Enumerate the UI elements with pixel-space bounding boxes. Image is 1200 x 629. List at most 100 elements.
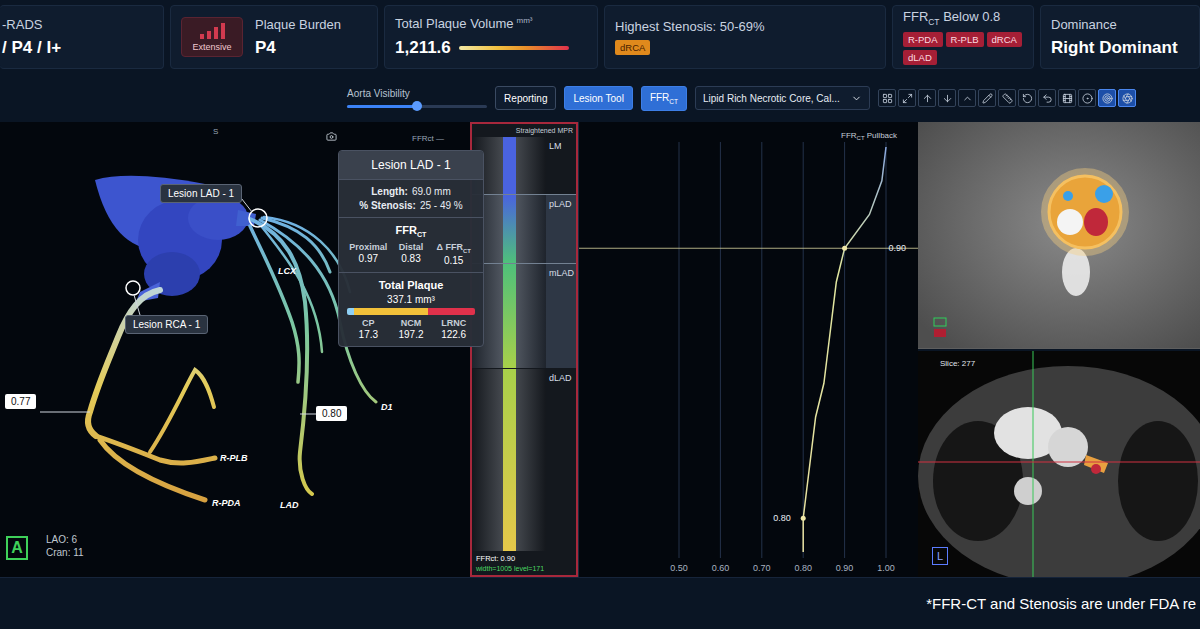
tool-button[interactable]: Lesion Tool bbox=[564, 86, 632, 110]
aorta-visibility: Aorta Visibility bbox=[347, 88, 487, 108]
lesion-label[interactable]: Lesion LAD - 1 bbox=[160, 184, 242, 203]
volume-bar bbox=[459, 46, 569, 50]
lesion-marker-icon[interactable] bbox=[126, 281, 140, 295]
tool-icon bbox=[1002, 93, 1013, 104]
mpr-segment[interactable]: dLAD bbox=[472, 368, 576, 551]
cross-section-panel[interactable] bbox=[918, 122, 1200, 349]
ffr-value-tag[interactable]: 0.80 bbox=[316, 406, 347, 421]
app: -RADS/ P4 / I+ExtensivePlaque BurdenP4To… bbox=[0, 0, 1200, 629]
segment-tag[interactable]: dLAD bbox=[903, 50, 937, 65]
tool-button[interactable]: FFRCT bbox=[641, 86, 687, 111]
segment-tag[interactable]: R-PLB bbox=[946, 32, 984, 47]
ffr-marker[interactable]: 0.80 bbox=[773, 513, 806, 523]
segment-tag[interactable]: dRCA bbox=[615, 40, 650, 55]
plaque-cell: LRNC122.6 bbox=[432, 318, 475, 340]
ffr-pullback-chart[interactable]: FFRCT Pullback 0.50 0.60 0.70 0.80 0.90 1.00 0.… bbox=[579, 122, 919, 577]
view-3d[interactable]: SFFRct —Lesion LAD - 1Lesion RCA - 10.77… bbox=[0, 122, 470, 577]
mpr-window: width=1005 level=171 bbox=[476, 565, 572, 572]
burden-value: P4 bbox=[255, 38, 341, 58]
view-tools bbox=[878, 89, 1136, 107]
view-tool-button[interactable] bbox=[898, 89, 916, 107]
legend-box bbox=[934, 318, 946, 326]
ffr-below-label: FFRCT Below 0.8 bbox=[903, 9, 1025, 27]
view-tool-button[interactable] bbox=[938, 89, 956, 107]
aorta-slider[interactable] bbox=[347, 105, 487, 108]
volume-value: 1,211.6 bbox=[395, 38, 451, 58]
tool-icon bbox=[942, 93, 953, 104]
ffr-marker[interactable]: 0.90 bbox=[579, 243, 919, 253]
lesion-label[interactable]: Lesion RCA - 1 bbox=[125, 315, 208, 334]
x-tick: 0.50 bbox=[670, 563, 688, 573]
view-tool-button[interactable] bbox=[918, 89, 936, 107]
pullback-panel: FFRCT Pullback 0.50 0.60 0.70 0.80 0.90 1.00 0.… bbox=[578, 122, 918, 577]
grid-line bbox=[679, 142, 680, 558]
mpr-segment[interactable]: LM bbox=[472, 136, 576, 194]
tool-icon bbox=[982, 93, 993, 104]
view-tool-button[interactable] bbox=[1038, 89, 1056, 107]
grid-line bbox=[720, 142, 721, 558]
plaque-cell: NCM197.2 bbox=[390, 318, 433, 340]
tool-icon bbox=[922, 93, 933, 104]
chart-title: FFRCT Pullback bbox=[841, 131, 898, 141]
view-tool-button[interactable] bbox=[958, 89, 976, 107]
image-column: Slice: 277L bbox=[918, 122, 1200, 577]
tooltip-title: Lesion LAD - 1 bbox=[339, 151, 483, 179]
rads-value: / P4 / I+ bbox=[2, 38, 155, 58]
tooltip-row: Length:69.0 mm bbox=[371, 186, 451, 197]
vessel-label: LCX bbox=[278, 266, 296, 276]
stenosis-card: Highest Stenosis: 50-69% dRCA bbox=[604, 5, 886, 69]
tool-icon bbox=[882, 93, 893, 104]
x-tick: 0.70 bbox=[753, 563, 771, 573]
tool-button[interactable]: Reporting bbox=[495, 86, 556, 110]
legend-box bbox=[934, 329, 946, 337]
tool-icon bbox=[1062, 93, 1073, 104]
axial-panel[interactable]: Slice: 277L bbox=[918, 351, 1200, 578]
view-tool-button[interactable] bbox=[1078, 89, 1096, 107]
chevron-down-icon bbox=[851, 93, 862, 104]
view-tool-button[interactable] bbox=[1098, 89, 1116, 107]
bars-icon bbox=[199, 23, 225, 39]
view-tool-button[interactable] bbox=[1058, 89, 1076, 107]
tool-icon bbox=[1122, 93, 1133, 104]
straightened-mpr[interactable]: Straightened MPRLMpLADmLADdLADFFRct: 0.9… bbox=[470, 122, 578, 577]
tool-icon bbox=[962, 93, 973, 104]
grid-line bbox=[886, 142, 887, 558]
view-angles: LAO: 6Cran: 11 bbox=[46, 534, 84, 558]
view-tool-button[interactable] bbox=[1018, 89, 1036, 107]
view-tool-button[interactable] bbox=[878, 89, 896, 107]
vessel-label: R-PLB bbox=[220, 453, 248, 463]
x-tick: 1.00 bbox=[877, 563, 895, 573]
ffr-cell: Distal0.83 bbox=[390, 242, 433, 266]
plaque-burden-card: ExtensivePlaque BurdenP4 bbox=[170, 5, 378, 69]
grid-line bbox=[761, 142, 762, 558]
mpr-segment[interactable]: mLAD bbox=[472, 263, 576, 368]
mpr-ffr: FFRct: 0.90 bbox=[476, 554, 572, 563]
axial-ct-image bbox=[918, 351, 1200, 577]
volume-label: Total Plaque Volumemm³ bbox=[395, 16, 589, 31]
vessel-label: R-PDA bbox=[212, 498, 241, 508]
svg-text:0.90: 0.90 bbox=[889, 243, 907, 253]
x-tick: 0.80 bbox=[794, 563, 812, 573]
stenosis-label: Highest Stenosis: 50-69% bbox=[615, 19, 877, 34]
view-tool-button[interactable] bbox=[998, 89, 1016, 107]
ffr-value-tag[interactable]: 0.77 bbox=[5, 394, 36, 409]
rads-label: -RADS bbox=[2, 17, 155, 32]
camera-icon[interactable] bbox=[326, 128, 337, 146]
plaque-type-dropdown[interactable]: Lipid Rich Necrotic Core, Cal... bbox=[695, 86, 870, 110]
orientation-mark: S bbox=[213, 127, 218, 136]
total-volume-card: Total Plaque Volumemm³ 1,211.6 bbox=[384, 5, 598, 69]
tooltip-row: % Stenosis:25 - 49 % bbox=[359, 200, 463, 211]
mpr-segment[interactable]: pLAD bbox=[472, 194, 576, 263]
vessel-label: LAD bbox=[280, 500, 299, 510]
view-tool-button[interactable] bbox=[1118, 89, 1136, 107]
segment-tag[interactable]: dRCA bbox=[987, 32, 1022, 47]
ffr-cell: Δ FFRCT0.15 bbox=[432, 242, 475, 266]
disclaimer: *FFR-CT and Stenosis are under FDA re bbox=[0, 577, 1200, 629]
x-tick: 0.60 bbox=[712, 563, 730, 573]
axial-badge: L bbox=[932, 547, 948, 565]
segment-tag[interactable]: R-PDA bbox=[903, 32, 943, 47]
grid-line bbox=[803, 142, 804, 558]
toolbar: Aorta Visibility Reporting Lesion Tool FFRC… bbox=[0, 74, 1200, 122]
slider-thumb[interactable] bbox=[412, 101, 422, 111]
view-tool-button[interactable] bbox=[978, 89, 996, 107]
